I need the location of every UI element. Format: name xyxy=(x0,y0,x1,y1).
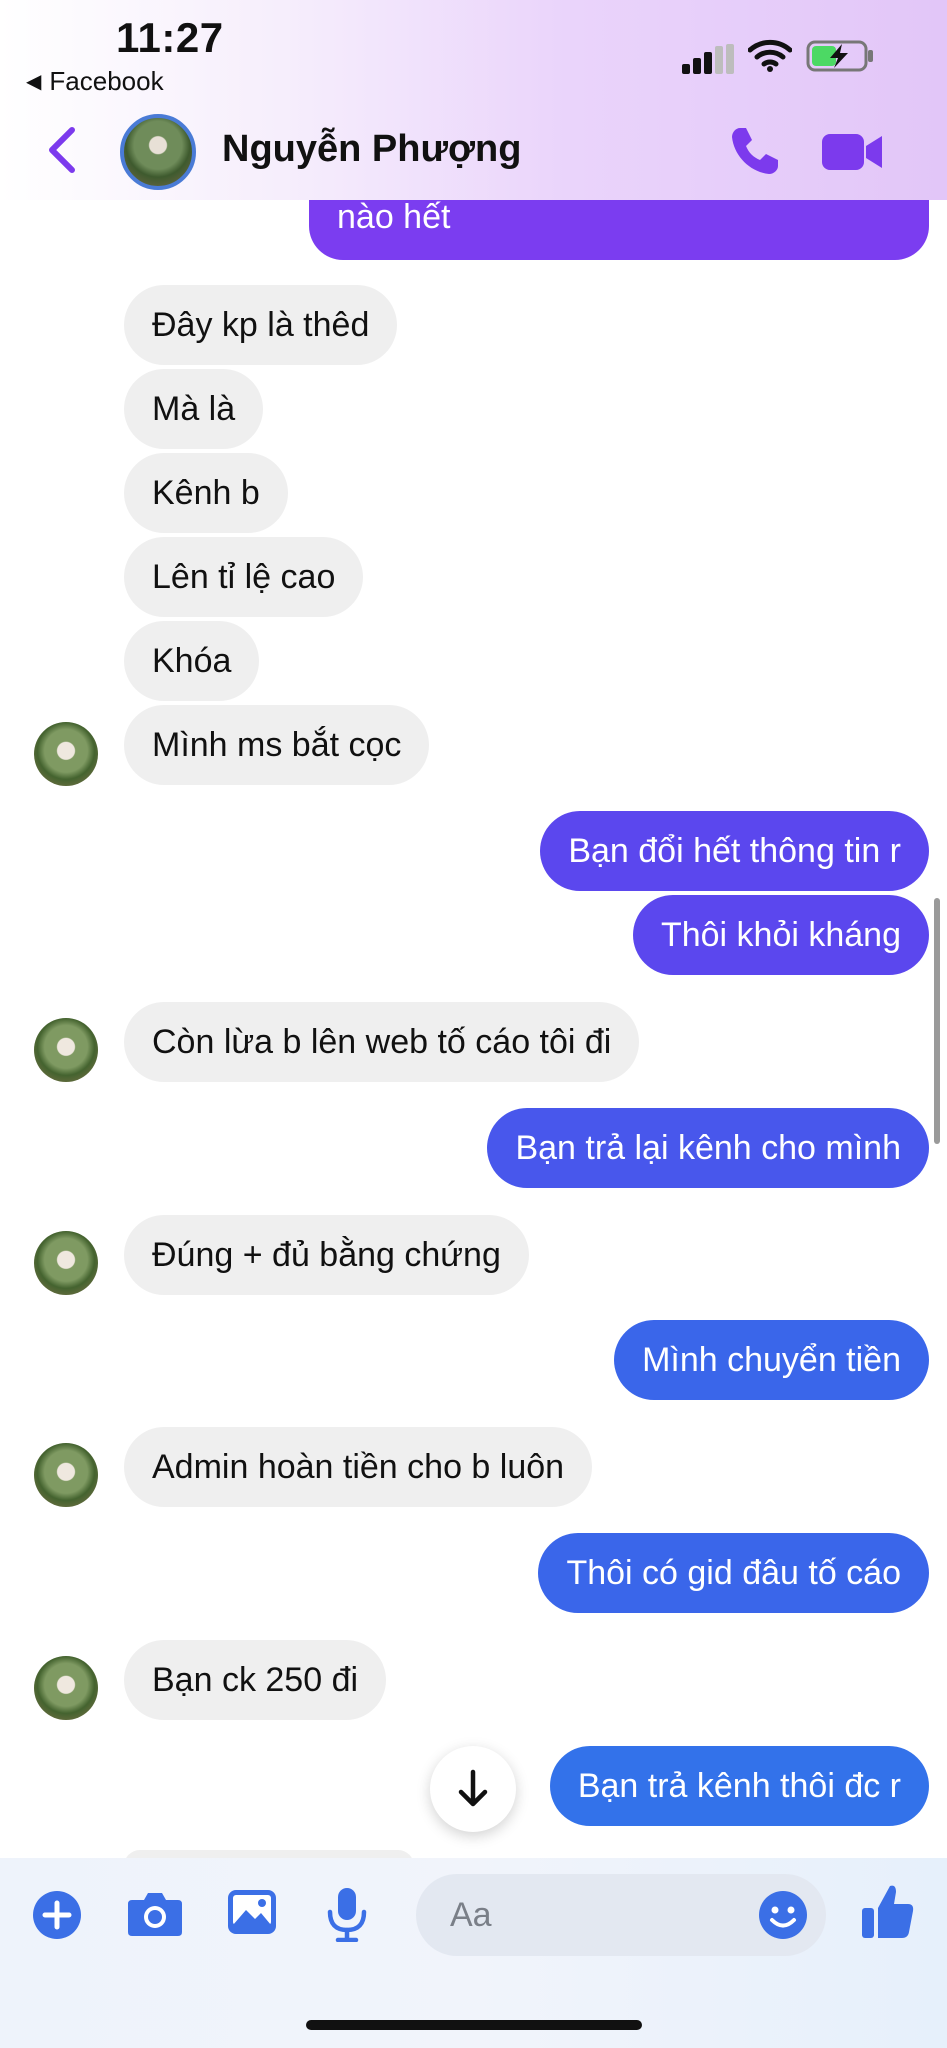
incoming-message[interactable]: Đúng + đủ bằng chứng xyxy=(124,1215,529,1295)
incoming-message[interactable]: Đây kp là thêd xyxy=(124,285,398,365)
emoji-icon[interactable] xyxy=(758,1890,808,1940)
thumbs-up-icon[interactable] xyxy=(860,1882,916,1942)
incoming-message[interactable]: Mà là xyxy=(124,369,264,449)
incoming-message[interactable]: Còn lừa b lên web tố cáo tôi đi xyxy=(124,1002,640,1082)
outgoing-message[interactable]: Thôi khỏi kháng xyxy=(632,895,929,975)
outgoing-message[interactable]: Mình chuyển tiền xyxy=(614,1320,929,1400)
arrow-down-icon xyxy=(458,1769,488,1807)
plus-icon[interactable] xyxy=(32,1890,82,1940)
scroll-to-bottom-button[interactable] xyxy=(430,1746,516,1832)
back-triangle-icon: ◀ xyxy=(26,71,42,93)
status-time: 11:27 xyxy=(116,14,224,61)
incoming-message[interactable]: Admin hoàn tiền cho b luôn xyxy=(124,1427,593,1507)
contact-name[interactable]: Nguyễn Phượng xyxy=(222,128,521,171)
sender-avatar[interactable] xyxy=(34,1231,98,1295)
outgoing-message[interactable]: Bạn đổi hết thông tin r xyxy=(540,811,929,891)
back-chevron-icon[interactable] xyxy=(44,126,80,174)
incoming-message[interactable]: Kênh b xyxy=(124,453,288,533)
video-icon[interactable] xyxy=(820,128,884,176)
message-input-placeholder: Aa xyxy=(450,1896,492,1934)
gallery-icon[interactable] xyxy=(226,1888,278,1936)
outgoing-message[interactable]: Thôi có gid đâu tố cáo xyxy=(538,1533,929,1613)
outgoing-message[interactable]: Bạn trả kênh thôi đc r xyxy=(549,1746,929,1826)
outgoing-message[interactable]: Bạn trả lại kênh cho mình xyxy=(487,1108,929,1188)
scrollbar[interactable] xyxy=(934,898,940,1144)
sender-avatar[interactable] xyxy=(34,1443,98,1507)
back-app-label: Facebook xyxy=(49,66,164,96)
microphone-icon[interactable] xyxy=(326,1886,368,1942)
sender-avatar[interactable] xyxy=(34,722,98,786)
incoming-message[interactable]: Bạn ck 250 đi xyxy=(124,1640,387,1720)
incoming-message[interactable]: Mình ms bắt cọc xyxy=(124,705,430,785)
incoming-message[interactable]: Khóa xyxy=(124,621,260,701)
camera-icon[interactable] xyxy=(126,1890,184,1938)
incoming-message[interactable]: Lên tỉ lệ cao xyxy=(124,537,364,617)
cellular-signal-icon xyxy=(682,44,734,74)
phone-icon[interactable] xyxy=(728,124,782,178)
sender-avatar[interactable] xyxy=(34,1656,98,1720)
sender-avatar[interactable] xyxy=(34,1018,98,1082)
chat-header: 11:27 ◀ Facebook Nguyễn Phượng xyxy=(0,0,947,200)
home-indicator[interactable] xyxy=(306,2020,642,2030)
back-to-app-link[interactable]: ◀ Facebook xyxy=(26,66,164,97)
wifi-icon xyxy=(748,39,792,72)
contact-avatar[interactable] xyxy=(120,114,196,190)
battery-charging-icon xyxy=(806,40,873,72)
